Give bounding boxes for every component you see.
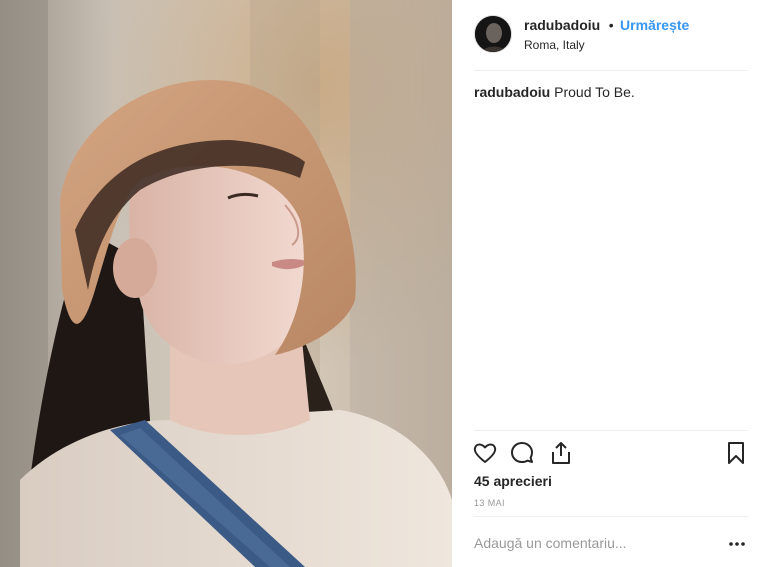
header-text: radubadoiu • Urmărește: [524, 17, 689, 35]
actions-divider: [474, 430, 748, 431]
more-options-button[interactable]: [725, 534, 749, 552]
like-button[interactable]: [472, 440, 498, 466]
post-date[interactable]: 13 MAI: [474, 498, 505, 508]
share-button[interactable]: [548, 440, 574, 466]
post-photo[interactable]: [0, 0, 452, 567]
caption: radubadoiu Proud To Be.: [474, 84, 635, 100]
avatar-image: [475, 16, 511, 52]
comment-input[interactable]: [474, 530, 714, 556]
separator-dot: •: [608, 17, 614, 33]
post-side-panel: radubadoiu • Urmărește Roma, Italy radub…: [452, 0, 768, 567]
heart-icon: [473, 443, 497, 463]
share-icon: [552, 442, 570, 464]
post-header: radubadoiu • Urmărește Roma, Italy: [474, 15, 749, 55]
likes-count[interactable]: 45 aprecieri: [474, 473, 552, 489]
photo-image: [0, 0, 452, 567]
follow-button[interactable]: Urmărește: [620, 17, 689, 33]
header-divider: [474, 70, 748, 71]
bookmark-icon: [728, 442, 744, 464]
caption-username[interactable]: radubadoiu: [474, 84, 550, 100]
username-link[interactable]: radubadoiu: [524, 17, 600, 33]
more-options-icon: [729, 542, 745, 546]
save-button[interactable]: [723, 440, 749, 466]
avatar[interactable]: [474, 15, 512, 53]
location-link[interactable]: Roma, Italy: [524, 38, 585, 52]
comment-row: [474, 530, 749, 556]
comment-bubble-icon: [511, 442, 533, 463]
caption-text: Proud To Be.: [554, 84, 635, 100]
action-bar: [472, 440, 749, 466]
comment-divider: [474, 516, 748, 517]
comment-button[interactable]: [509, 440, 535, 466]
